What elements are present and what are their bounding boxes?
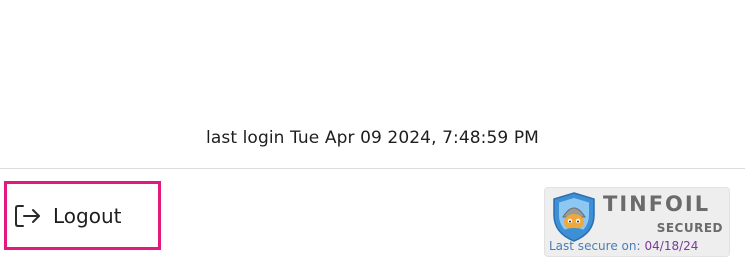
tinfoil-last-secure: Last secure on: 04/18/24 (549, 239, 698, 253)
last-secure-label: Last secure on: (549, 239, 641, 253)
shield-mascot-icon (553, 192, 595, 242)
last-secure-date: 04/18/24 (644, 239, 699, 253)
divider (0, 168, 745, 169)
tinfoil-security-badge[interactable]: TINFOIL SECURED Last secure on: 04/18/24 (544, 187, 730, 257)
last-login-text: last login Tue Apr 09 2024, 7:48:59 PM (206, 128, 539, 148)
logout-button[interactable]: Logout (4, 181, 161, 250)
tinfoil-secured-status: SECURED (656, 221, 723, 235)
logout-label: Logout (53, 203, 122, 228)
logout-arrow-icon (15, 204, 40, 227)
tinfoil-wordmark: TINFOIL (603, 192, 711, 216)
